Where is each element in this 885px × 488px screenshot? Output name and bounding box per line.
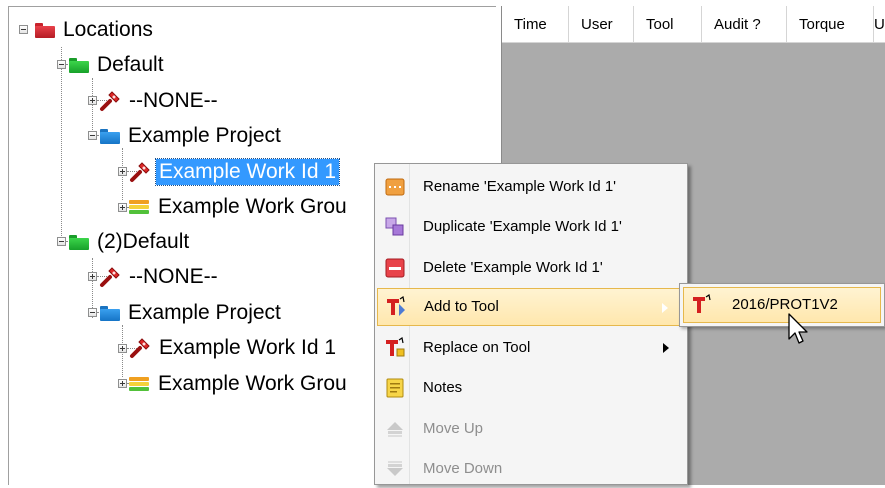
- work-group-icon: [129, 199, 149, 215]
- tree-node-label: Default: [97, 53, 164, 76]
- notes-icon: [384, 377, 406, 399]
- add-to-tool-icon: [385, 296, 407, 318]
- tree-node-label: (2)Default: [97, 230, 190, 253]
- expand-toggle[interactable]: [118, 167, 127, 176]
- menu-item-label: Notes: [423, 379, 463, 396]
- column-header-torque[interactable]: Torque: [787, 6, 874, 42]
- collapse-toggle[interactable]: [88, 308, 97, 317]
- move-up-icon: [384, 418, 406, 440]
- expand-toggle[interactable]: [88, 96, 97, 105]
- blue-folder-icon: [100, 305, 120, 321]
- submenu-arrow-icon: [662, 303, 668, 313]
- menu-item-move-down[interactable]: Move Down: [377, 450, 685, 488]
- tool-icon: [100, 91, 120, 111]
- collapse-toggle[interactable]: [57, 237, 66, 246]
- tree-node-example-project[interactable]: Example Project: [100, 123, 284, 149]
- blue-folder-icon: [100, 128, 120, 144]
- context-menu: Rename 'Example Work Id 1' Duplicate 'Ex…: [374, 163, 688, 485]
- submenu-item-2016-prot1v2[interactable]: 2016/PROT1V2: [683, 287, 881, 323]
- move-down-icon: [384, 458, 406, 480]
- work-group-icon: [129, 376, 149, 392]
- tool-icon: [130, 162, 150, 182]
- tool-icon: [130, 338, 150, 358]
- menu-item-add-to-tool[interactable]: Add to Tool: [377, 288, 685, 326]
- menu-item-label: Delete 'Example Work Id 1': [423, 259, 603, 276]
- menu-item-label: Move Down: [423, 460, 503, 477]
- collapse-toggle[interactable]: [88, 131, 97, 140]
- column-header-u[interactable]: U: [874, 6, 885, 42]
- column-header-tool[interactable]: Tool: [634, 6, 702, 42]
- collapse-toggle[interactable]: [19, 25, 28, 34]
- tree-connector: [92, 78, 93, 138]
- menu-item-duplicate[interactable]: Duplicate 'Example Work Id 1': [377, 208, 685, 246]
- expand-toggle[interactable]: [88, 272, 97, 281]
- menu-item-notes[interactable]: Notes: [377, 369, 685, 407]
- tree-node-example-project[interactable]: Example Project: [100, 300, 284, 326]
- column-header-time[interactable]: Time: [502, 6, 569, 42]
- tree-node-label: --NONE--: [129, 89, 218, 112]
- tree-node-label: Example Work Id 1: [159, 336, 337, 359]
- expand-toggle[interactable]: [118, 379, 127, 388]
- tree-node-none[interactable]: --NONE--: [99, 88, 221, 114]
- grid-header: Time User Tool Audit ? Torque U: [502, 6, 885, 43]
- tree-node-example-work-group[interactable]: Example Work Grou: [129, 194, 350, 220]
- menu-item-label: Duplicate 'Example Work Id 1': [423, 218, 622, 235]
- menu-item-label: Add to Tool: [424, 298, 499, 315]
- tree-node-example-work-id-1[interactable]: Example Work Id 1: [129, 335, 339, 361]
- submenu-item-label: 2016/PROT1V2: [732, 296, 838, 313]
- tree-node-example-work-id-1[interactable]: Example Work Id 1: [129, 158, 341, 186]
- tree-node-label: --NONE--: [129, 265, 218, 288]
- red-folder-icon: [35, 22, 55, 38]
- menu-item-label: Move Up: [423, 420, 484, 437]
- column-header-audit[interactable]: Audit ?: [702, 6, 787, 42]
- tree-node-2-default[interactable]: (2)Default: [69, 229, 192, 255]
- tree-node-default[interactable]: Default: [69, 52, 167, 78]
- tree-node-none[interactable]: --NONE--: [99, 264, 221, 290]
- tool-icon: [100, 267, 120, 287]
- menu-item-label: Rename 'Example Work Id 1': [423, 178, 617, 195]
- menu-item-label: Replace on Tool: [423, 339, 531, 356]
- rename-icon: [384, 176, 406, 198]
- menu-item-replace-on-tool[interactable]: Replace on Tool: [377, 329, 685, 367]
- tool-device-icon: [690, 294, 714, 316]
- duplicate-icon: [384, 216, 406, 238]
- menu-item-move-up[interactable]: Move Up: [377, 410, 685, 448]
- tree-node-locations[interactable]: Locations: [35, 17, 156, 43]
- tree-node-label: Example Project: [128, 124, 281, 147]
- menu-item-rename[interactable]: Rename 'Example Work Id 1': [377, 168, 685, 206]
- replace-on-tool-icon: [384, 337, 406, 359]
- tree-node-example-work-group[interactable]: Example Work Grou: [129, 371, 350, 397]
- tree-node-label: Example Work Grou: [158, 195, 347, 218]
- expand-toggle[interactable]: [118, 344, 127, 353]
- tree-node-label: Locations: [63, 18, 153, 41]
- green-folder-icon: [69, 234, 89, 250]
- delete-icon: [384, 257, 406, 279]
- tree-connector: [61, 47, 62, 244]
- tree-node-label: Example Work Grou: [158, 372, 347, 395]
- green-folder-icon: [69, 57, 89, 73]
- add-to-tool-submenu: 2016/PROT1V2: [679, 283, 885, 327]
- mouse-pointer-icon: [788, 313, 808, 344]
- expand-toggle[interactable]: [118, 203, 127, 212]
- collapse-toggle[interactable]: [57, 60, 66, 69]
- column-header-user[interactable]: User: [569, 6, 634, 42]
- tree-node-label: Example Project: [128, 301, 281, 324]
- submenu-arrow-icon: [663, 343, 669, 353]
- tree-node-label: Example Work Id 1: [154, 158, 341, 186]
- menu-item-delete[interactable]: Delete 'Example Work Id 1': [377, 249, 685, 287]
